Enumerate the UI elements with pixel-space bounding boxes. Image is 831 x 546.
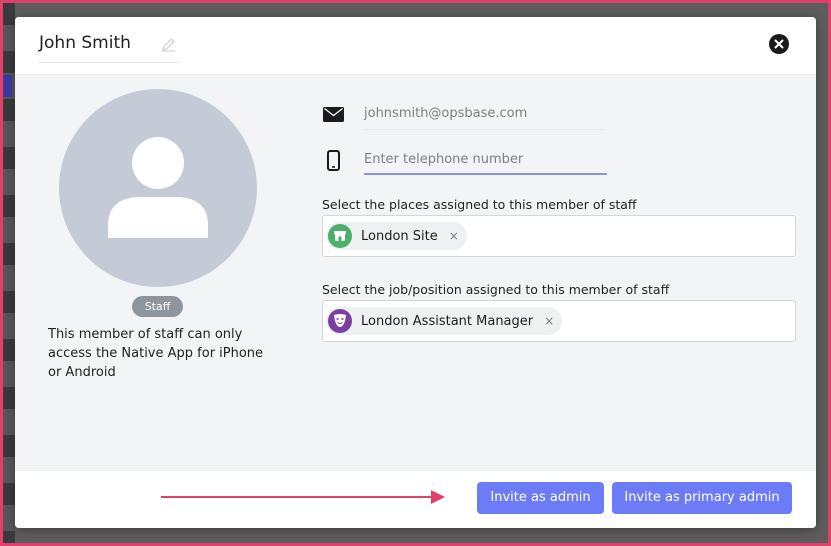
screenshot-frame: John Smith Staff This member of staff ca… xyxy=(0,0,831,546)
close-glyph xyxy=(774,39,784,49)
position-chip-label: London Assistant Manager xyxy=(361,313,534,329)
place-chip-remove-button[interactable]: × xyxy=(449,229,459,243)
access-note: This member of staff can only access the… xyxy=(48,327,264,380)
invite-admin-button[interactable]: Invite as admin xyxy=(477,482,604,514)
avatar[interactable] xyxy=(59,89,257,287)
invite-primary-admin-button[interactable]: Invite as primary admin xyxy=(612,482,792,514)
telephone-input[interactable] xyxy=(364,145,607,175)
mobile-phone-icon xyxy=(327,150,340,171)
staff-name-field[interactable]: John Smith xyxy=(39,31,180,63)
places-select[interactable]: London Site × xyxy=(322,215,796,257)
place-chip-label: London Site xyxy=(361,228,438,244)
background-list-strip xyxy=(3,3,15,543)
modal-body: Staff This member of staff can only acce… xyxy=(15,75,816,470)
position-chip-remove-button[interactable]: × xyxy=(544,314,554,328)
staff-name: John Smith xyxy=(39,33,131,53)
email-value: johnsmith@opsbase.com xyxy=(364,100,604,130)
role-badge: Staff xyxy=(132,296,183,317)
user-silhouette-icon xyxy=(108,137,208,238)
staff-member-modal: John Smith Staff This member of staff ca… xyxy=(15,17,816,528)
arrow-right-icon xyxy=(161,496,433,498)
modal-footer: Invite as admin Invite as primary admin xyxy=(15,470,816,528)
pencil-icon[interactable] xyxy=(161,36,177,52)
positions-label: Select the job/position assigned to this… xyxy=(322,282,670,297)
arrow-head xyxy=(431,490,445,504)
positions-select[interactable]: London Assistant Manager × xyxy=(322,300,796,342)
modal-header: John Smith xyxy=(15,17,816,75)
places-label: Select the places assigned to this membe… xyxy=(322,197,637,212)
place-chip: London Site × xyxy=(326,222,467,250)
background-highlight xyxy=(3,75,12,97)
theatre-mask-icon xyxy=(328,309,352,333)
position-chip: London Assistant Manager × xyxy=(326,307,563,335)
envelope-icon xyxy=(323,107,344,122)
store-icon xyxy=(328,224,352,248)
close-icon[interactable] xyxy=(769,34,789,54)
